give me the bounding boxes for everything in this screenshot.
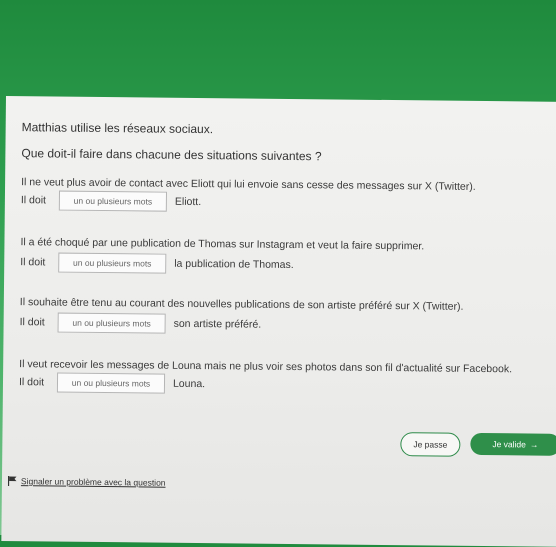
prefix: Il doit: [19, 316, 45, 329]
validate-label: Je valide: [492, 439, 526, 450]
report-label: Signaler un problème avec la question: [20, 476, 166, 488]
situation-1-answer: Il doit un ou plusieurs mots Eliott.: [21, 190, 201, 212]
answer-field-3[interactable]: un ou plusieurs mots: [57, 312, 166, 334]
suffix: son artiste préféré.: [173, 317, 262, 331]
skip-button[interactable]: Je passe: [400, 432, 461, 457]
answer-field-4[interactable]: un ou plusieurs mots: [56, 372, 166, 394]
situation-2-text: Il a été choqué par une publication de T…: [20, 236, 425, 253]
suffix: la publication de Thomas.: [174, 257, 294, 272]
suffix: Eliott.: [174, 195, 202, 209]
answer-field-2[interactable]: un ou plusieurs mots: [58, 252, 167, 274]
question-text: Que doit-il faire dans chacune des situa…: [21, 146, 322, 164]
situation-3-text: Il souhaite être tenu au courant des nou…: [19, 296, 464, 313]
green-background: [0, 0, 556, 100]
suffix: Louna.: [172, 377, 206, 391]
flag-icon: [7, 476, 17, 487]
prefix: Il doit: [20, 194, 47, 207]
arrow-right-icon: →: [529, 439, 539, 450]
situation-4-answer: Il doit un ou plusieurs mots Louna.: [19, 372, 205, 394]
report-link[interactable]: Signaler un problème avec la question: [7, 476, 166, 488]
validate-button[interactable]: Je valide →: [470, 432, 556, 456]
answer-field-1[interactable]: un ou plusieurs mots: [58, 190, 168, 212]
intro-text: Matthias utilise les réseaux sociaux.: [21, 120, 214, 137]
question-card: Matthias utilise les réseaux sociaux. Qu…: [1, 96, 556, 547]
situation-3-answer: Il doit un ou plusieurs mots son artiste…: [20, 312, 262, 335]
prefix: Il doit: [18, 376, 45, 389]
situation-2-answer: Il doit un ou plusieurs mots la publicat…: [20, 252, 294, 275]
prefix: Il doit: [20, 256, 46, 269]
